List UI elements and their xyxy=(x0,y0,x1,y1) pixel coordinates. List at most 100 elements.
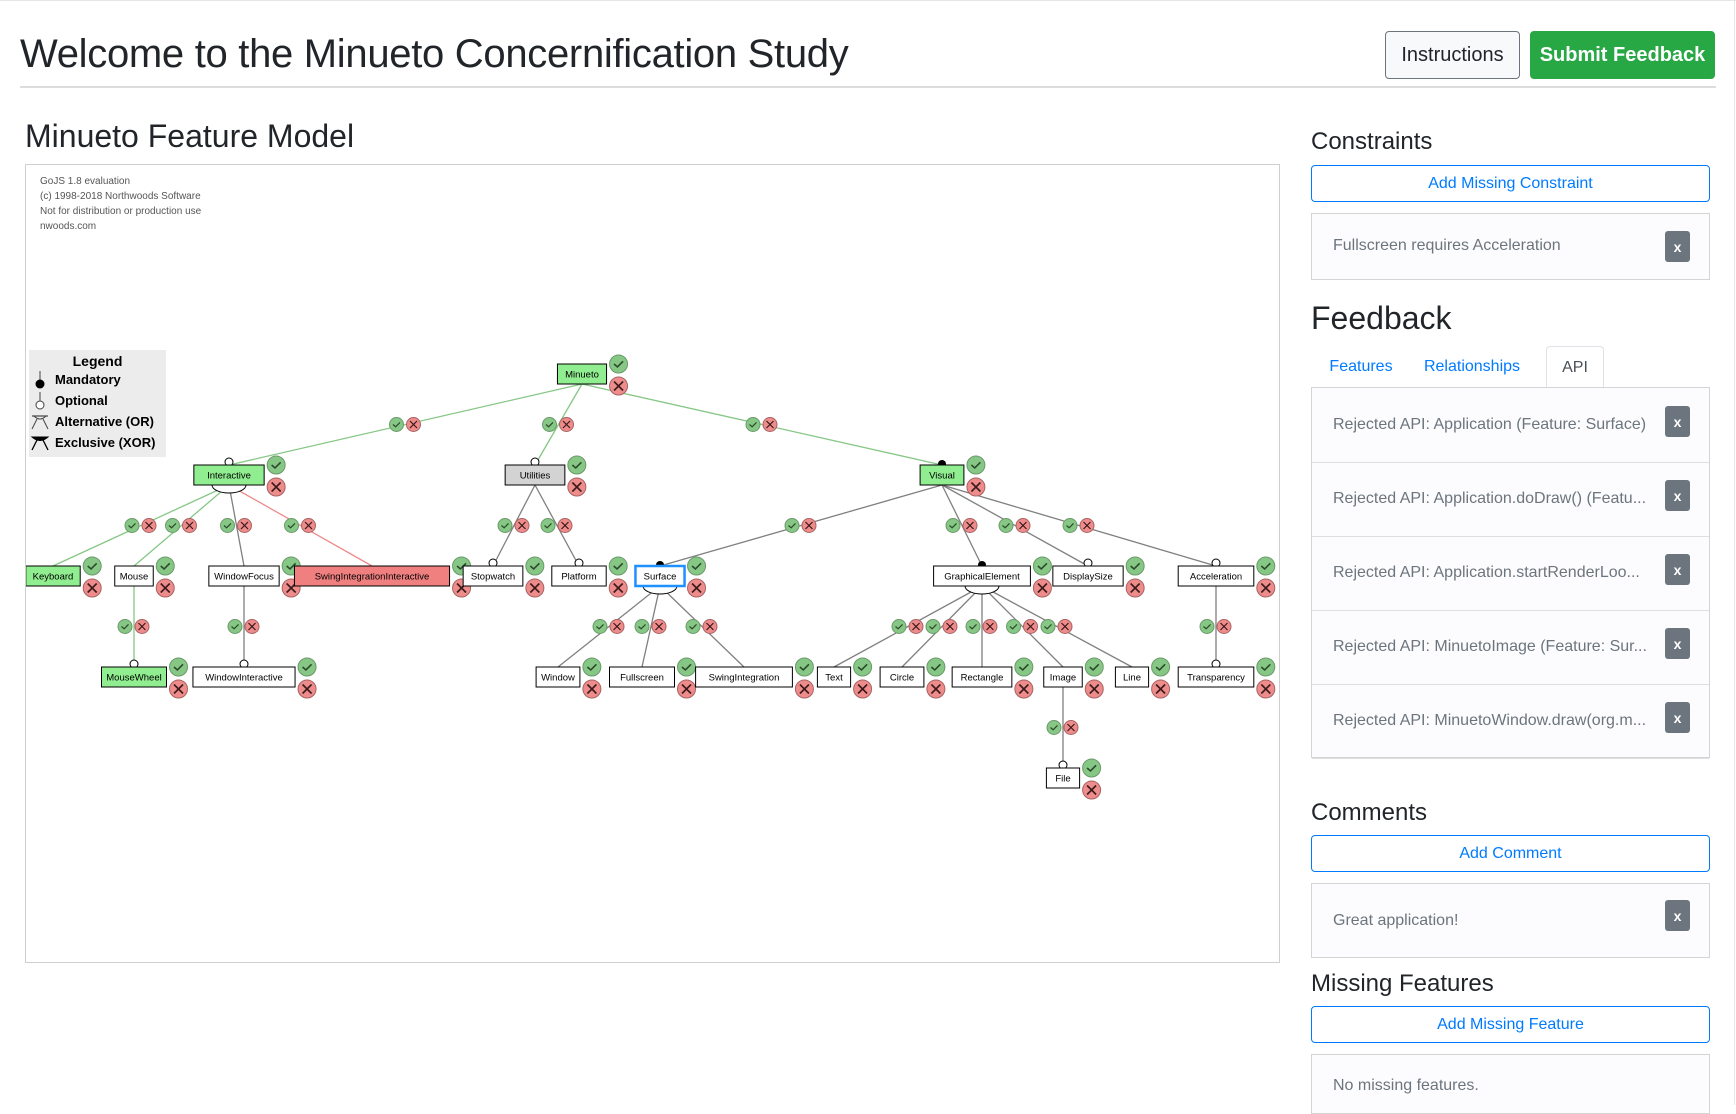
remove-constraint-button[interactable]: x xyxy=(1665,231,1690,262)
accept-feature-icon[interactable] xyxy=(266,455,286,475)
accept-relationship-icon[interactable] xyxy=(1040,619,1056,634)
accept-feature-icon[interactable] xyxy=(1082,758,1102,778)
accept-relationship-icon[interactable] xyxy=(965,619,981,634)
add-missing-feature-button[interactable]: Add Missing Feature xyxy=(1311,1006,1710,1043)
feature-node[interactable]: WindowFocus xyxy=(208,556,301,598)
feature-node[interactable]: Keyboard xyxy=(26,556,102,598)
reject-relationship-icon[interactable] xyxy=(559,417,574,432)
reject-feature-icon[interactable] xyxy=(1032,578,1052,598)
accept-feature-icon[interactable] xyxy=(677,657,696,677)
reject-relationship-icon[interactable] xyxy=(1079,518,1095,533)
tab-features[interactable]: Features xyxy=(1311,346,1411,388)
reject-feature-icon[interactable] xyxy=(525,578,545,598)
reject-relationship-icon[interactable] xyxy=(942,619,958,634)
tab-api[interactable]: API xyxy=(1546,346,1604,389)
accept-relationship-icon[interactable] xyxy=(165,518,180,533)
relationship-edge[interactable] xyxy=(581,383,946,468)
reject-feature-icon[interactable] xyxy=(1084,679,1104,699)
accept-feature-icon[interactable] xyxy=(609,354,629,374)
add-comment-button[interactable]: Add Comment xyxy=(1311,835,1710,872)
reject-relationship-icon[interactable] xyxy=(141,518,157,533)
reject-relationship-icon[interactable] xyxy=(237,518,252,533)
feature-node[interactable]: Minueto xyxy=(556,354,629,396)
accept-feature-icon[interactable] xyxy=(582,657,602,677)
reject-relationship-icon[interactable] xyxy=(609,619,625,634)
accept-feature-icon[interactable] xyxy=(687,556,707,576)
feature-node[interactable]: SwingIntegration xyxy=(695,657,814,699)
reject-relationship-icon[interactable] xyxy=(1057,619,1073,634)
reject-relationship-icon[interactable] xyxy=(651,619,667,634)
remove-api-feedback-button[interactable]: x xyxy=(1665,406,1690,437)
reject-feature-icon[interactable] xyxy=(687,578,707,598)
reject-feature-icon[interactable] xyxy=(608,578,628,598)
reject-feature-icon[interactable] xyxy=(966,477,986,497)
feature-node[interactable]: DisplaySize xyxy=(1052,556,1145,598)
reject-relationship-icon[interactable] xyxy=(1216,619,1232,634)
relationship-edge[interactable] xyxy=(534,484,584,568)
reject-relationship-icon[interactable] xyxy=(1063,720,1079,735)
reject-relationship-icon[interactable] xyxy=(514,518,530,533)
reject-feature-icon[interactable] xyxy=(1256,679,1276,699)
feature-node[interactable]: Line xyxy=(1114,657,1171,699)
relationship-edge[interactable] xyxy=(1046,687,1079,770)
reject-feature-icon[interactable] xyxy=(926,679,946,699)
feature-node[interactable]: Stopwatch xyxy=(462,556,545,598)
feature-node[interactable]: MouseWheel xyxy=(101,657,188,699)
relationship-edge[interactable] xyxy=(52,484,230,567)
relationship-edge[interactable] xyxy=(220,484,252,567)
reject-relationship-icon[interactable] xyxy=(557,518,573,533)
accept-feature-icon[interactable] xyxy=(169,657,188,677)
feature-node[interactable]: Fullscreen xyxy=(609,657,696,699)
reject-relationship-icon[interactable] xyxy=(182,518,197,533)
relationship-edge[interactable] xyxy=(117,586,150,669)
reject-feature-icon[interactable] xyxy=(297,679,317,699)
reject-relationship-icon[interactable] xyxy=(962,518,978,533)
reject-relationship-icon[interactable] xyxy=(1015,518,1031,533)
feature-node[interactable]: Transparency xyxy=(1177,657,1276,699)
relationship-edge[interactable] xyxy=(227,586,260,669)
reject-feature-icon[interactable] xyxy=(677,679,696,699)
relationship-edge[interactable] xyxy=(634,585,667,668)
accept-relationship-icon[interactable] xyxy=(1006,619,1021,634)
feature-node[interactable]: Rectangle xyxy=(951,657,1034,699)
accept-relationship-icon[interactable] xyxy=(124,518,140,533)
reject-relationship-icon[interactable] xyxy=(982,619,998,634)
accept-feature-icon[interactable] xyxy=(82,556,102,576)
reject-feature-icon[interactable] xyxy=(853,679,873,699)
feature-node[interactable]: GraphicalElement xyxy=(933,556,1052,598)
accept-relationship-icon[interactable] xyxy=(1062,518,1078,533)
feature-node[interactable]: Utilities xyxy=(504,455,587,497)
accept-relationship-icon[interactable] xyxy=(634,619,650,634)
reject-feature-icon[interactable] xyxy=(1151,679,1171,699)
reject-relationship-icon[interactable] xyxy=(244,619,260,634)
feature-node[interactable]: Text xyxy=(816,657,873,699)
accept-relationship-icon[interactable] xyxy=(497,518,513,533)
feature-node[interactable]: File xyxy=(1045,758,1102,800)
api-feedback-list[interactable]: Rejected API: Application (Feature: Surf… xyxy=(1311,387,1710,759)
reject-feature-icon[interactable] xyxy=(82,578,102,598)
feature-node[interactable]: SwingIntegrationInteractive xyxy=(293,556,472,598)
accept-feature-icon[interactable] xyxy=(853,657,873,677)
reject-feature-icon[interactable] xyxy=(155,578,175,598)
accept-relationship-icon[interactable] xyxy=(891,619,907,634)
remove-api-feedback-button[interactable]: x xyxy=(1665,554,1690,585)
relationship-edge[interactable] xyxy=(656,484,943,569)
feature-diagram[interactable]: Minueto Interactive Utilities Visual Keyboar… xyxy=(26,165,1279,962)
reject-feature-icon[interactable] xyxy=(609,376,629,396)
accept-feature-icon[interactable] xyxy=(155,556,175,576)
accept-relationship-icon[interactable] xyxy=(592,619,608,634)
reject-relationship-icon[interactable] xyxy=(702,619,718,634)
accept-relationship-icon[interactable] xyxy=(540,518,556,533)
relationship-edge[interactable] xyxy=(488,484,536,568)
accept-feature-icon[interactable] xyxy=(926,657,946,677)
accept-feature-icon[interactable] xyxy=(1256,657,1276,677)
accept-feature-icon[interactable] xyxy=(297,657,317,677)
reject-feature-icon[interactable] xyxy=(1125,578,1145,598)
remove-api-feedback-button[interactable]: x xyxy=(1665,480,1690,511)
accept-relationship-icon[interactable] xyxy=(945,518,961,533)
accept-feature-icon[interactable] xyxy=(1014,657,1034,677)
remove-api-feedback-button[interactable]: x xyxy=(1665,628,1690,659)
feature-node[interactable]: Mouse xyxy=(114,556,175,598)
reject-relationship-icon[interactable] xyxy=(406,417,421,432)
relationship-edge[interactable] xyxy=(1199,586,1232,669)
